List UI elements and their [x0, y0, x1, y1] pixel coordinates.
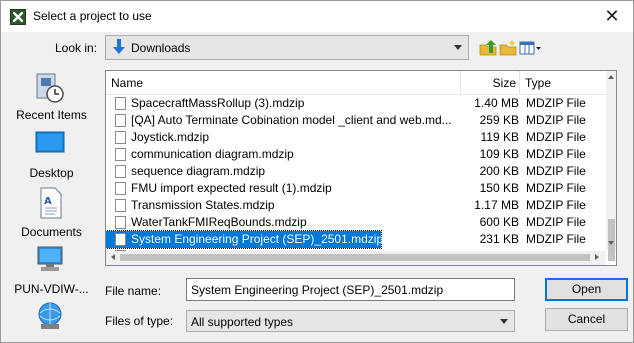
file-name: FMU import expected result (1).mdzip: [131, 181, 332, 195]
file-size: 1.17 MB: [474, 198, 519, 212]
file-list[interactable]: Name Size Type SpacecraftMassRollup (3).…: [105, 70, 617, 266]
scroll-up-arrow-icon[interactable]: [608, 75, 614, 79]
scroll-left-arrow-icon[interactable]: [111, 254, 115, 260]
window-title: Select a project to use: [33, 9, 152, 23]
file-name: Joystick.mdzip: [131, 130, 210, 144]
file-size: 119 KB: [480, 130, 519, 144]
chevron-down-icon: [454, 45, 462, 50]
download-folder-icon: [113, 39, 125, 54]
file-type: MDZIP File: [526, 96, 586, 110]
app-icon: [10, 9, 26, 25]
file-type: MDZIP File: [526, 198, 586, 212]
place-label: Desktop: [29, 166, 74, 180]
view-menu-icon[interactable]: [519, 40, 543, 56]
column-header-name[interactable]: Name: [106, 71, 461, 95]
file-row[interactable]: [QA] Auto Terminate Cobination model _cl…: [106, 112, 606, 129]
file-icon: [115, 148, 126, 161]
file-size: 1.40 MB: [474, 96, 519, 110]
file-type: MDZIP File: [526, 147, 586, 161]
file-icon: [115, 182, 126, 195]
file-row[interactable]: WaterTankFMIReqBounds.mdzip 600 KB MDZIP F…: [106, 214, 606, 231]
file-icon: [115, 131, 126, 144]
recent-items-icon: [36, 73, 64, 103]
file-name: SpacecraftMassRollup (3).mdzip: [131, 96, 305, 110]
file-type: MDZIP File: [526, 181, 586, 195]
horizontal-scroll-thumb[interactable]: [120, 254, 590, 261]
file-name-input[interactable]: System Engineering Project (SEP)_2501.md…: [186, 278, 515, 301]
file-row[interactable]: communication diagram.mdzip 109 KB MDZIP F…: [106, 146, 606, 163]
file-size: 109 KB: [479, 147, 519, 161]
file-rows: SpacecraftMassRollup (3).mdzip 1.40 MB MDZ…: [106, 95, 606, 265]
file-size: 231 KB: [479, 232, 519, 246]
scroll-down-arrow-icon[interactable]: [608, 241, 614, 245]
file-size: 259 KB: [479, 113, 519, 127]
files-of-type-value: All supported types: [191, 315, 294, 329]
column-header-type[interactable]: Type: [520, 71, 606, 95]
file-size: 600 KB: [479, 215, 519, 229]
file-row[interactable]: Transmission States.mdzip 1.17 MB MDZIP Fi…: [106, 197, 606, 214]
file-icon: [115, 114, 126, 127]
files-of-type-label: Files of type:: [105, 314, 174, 328]
up-one-level-icon[interactable]: [479, 40, 497, 56]
place-label: Recent Items: [16, 108, 87, 122]
file-type: MDZIP File: [526, 215, 586, 229]
file-size: 150 KB: [479, 181, 519, 195]
open-button[interactable]: Open: [545, 278, 628, 301]
file-name: System Engineering Project (SEP)_2501.md…: [131, 232, 384, 246]
vertical-scroll-thumb[interactable]: [608, 219, 615, 261]
file-type: MDZIP File: [526, 113, 586, 127]
vertical-scrollbar[interactable]: [606, 71, 616, 261]
horizontal-scrollbar[interactable]: [106, 251, 606, 265]
file-icon: [115, 199, 126, 212]
file-name: WaterTankFMIReqBounds.mdzip: [131, 215, 307, 229]
file-size: 200 KB: [479, 164, 519, 178]
svg-text:A: A: [44, 196, 52, 207]
places-bar: Recent Items Desktop A Documents PUN-VDI…: [4, 72, 99, 342]
file-icon: [115, 233, 126, 246]
documents-icon: A: [40, 187, 62, 219]
files-of-type-select[interactable]: All supported types: [186, 310, 515, 332]
file-icon: [115, 97, 126, 110]
cancel-button[interactable]: Cancel: [545, 308, 628, 331]
scroll-right-arrow-icon[interactable]: [595, 254, 599, 260]
look-in-combo[interactable]: Downloads: [105, 35, 469, 60]
file-row[interactable]: sequence diagram.mdzip 200 KB MDZIP File: [106, 163, 606, 180]
file-list-header: Name Size Type: [106, 71, 606, 95]
place-label: PUN-VDIW-...: [14, 282, 89, 296]
place-label: Documents: [21, 225, 82, 239]
file-name: sequence diagram.mdzip: [131, 164, 266, 178]
dialog-body: Look in: Downloads Recent Items Desktop …: [0, 32, 634, 343]
file-row[interactable]: FMU import expected result (1).mdzip 150 …: [106, 180, 606, 197]
computer-icon: [37, 246, 63, 271]
network-icon: [38, 302, 62, 329]
new-folder-icon[interactable]: [499, 40, 517, 56]
file-type: MDZIP File: [526, 130, 586, 144]
file-name: Transmission States.mdzip: [131, 198, 275, 212]
file-name-label: File name:: [105, 284, 162, 298]
title-bar: Select a project to use ✕: [0, 0, 634, 32]
file-icon: [115, 165, 126, 178]
file-type: MDZIP File: [526, 164, 586, 178]
file-name: [QA] Auto Terminate Cobination model _cl…: [131, 113, 452, 127]
look-in-value: Downloads: [131, 41, 191, 55]
file-row[interactable]: System Engineering Project (SEP)_2501.md…: [106, 230, 606, 249]
file-row[interactable]: Joystick.mdzip 119 KB MDZIP File: [106, 129, 606, 146]
close-button[interactable]: ✕: [601, 5, 623, 27]
look-in-label: Look in:: [55, 41, 98, 55]
file-icon: [115, 216, 126, 229]
file-row[interactable]: SpacecraftMassRollup (3).mdzip 1.40 MB MDZ…: [106, 95, 606, 112]
file-type: MDZIP File: [526, 232, 586, 246]
file-name: communication diagram.mdzip: [131, 147, 294, 161]
column-header-size[interactable]: Size: [461, 71, 520, 95]
desktop-icon: [35, 131, 65, 153]
chevron-down-icon: [500, 319, 508, 324]
